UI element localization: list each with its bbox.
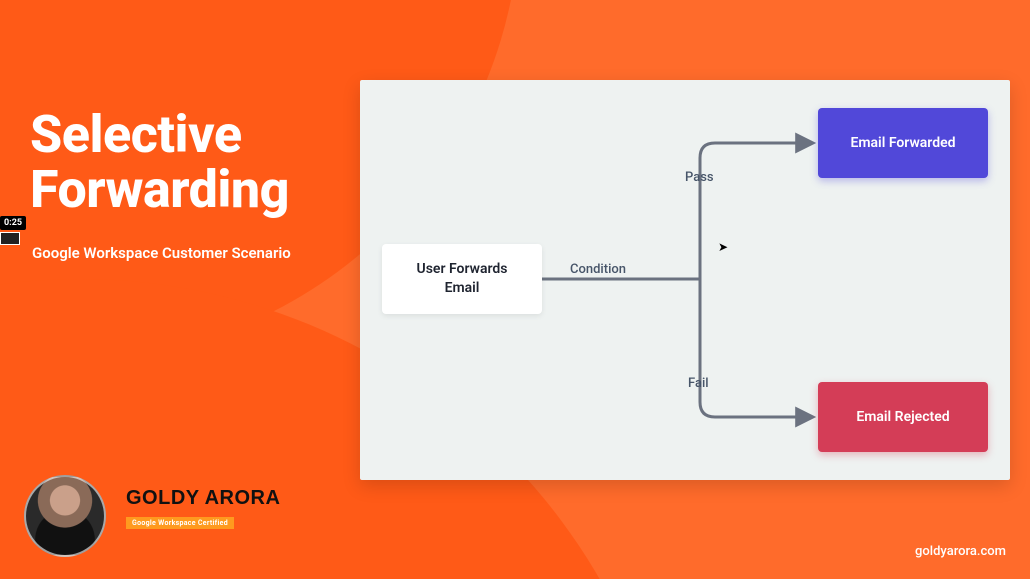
site-link[interactable]: goldyarora.com <box>915 544 1006 559</box>
presenter-avatar <box>24 475 106 557</box>
diagram-panel: User Forwards Email Email Forwarded Emai… <box>360 80 1010 480</box>
slide-subtitle: Google Workspace Customer Scenario <box>32 244 291 262</box>
brand-tagline: Google Workspace Certified <box>126 517 234 529</box>
slide-title: Selective Forwarding <box>30 108 289 217</box>
node-pass-label: Email Forwarded <box>850 135 955 151</box>
edge-label-condition: Condition <box>570 262 626 277</box>
node-start: User Forwards Email <box>382 244 542 314</box>
brand-name: GOLDY ARORA <box>126 487 280 510</box>
slide-stage: Selective Forwarding Google Workspace Cu… <box>0 0 1030 579</box>
edge-label-fail: Fail <box>688 376 709 391</box>
video-thumbnail-icon[interactable] <box>0 232 20 245</box>
node-fail: Email Rejected <box>818 382 988 452</box>
title-line-1: Selective <box>30 104 242 165</box>
node-pass: Email Forwarded <box>818 108 988 178</box>
node-start-label: User Forwards Email <box>417 260 508 298</box>
brand-block: GOLDY ARORA Google Workspace Certified <box>126 487 280 529</box>
title-line-2: Forwarding <box>30 159 289 220</box>
mouse-cursor-icon: ➤ <box>718 240 728 254</box>
video-timestamp[interactable]: 0:25 <box>0 216 26 230</box>
node-fail-label: Email Rejected <box>856 409 949 425</box>
edge-label-pass: Pass <box>685 170 714 185</box>
